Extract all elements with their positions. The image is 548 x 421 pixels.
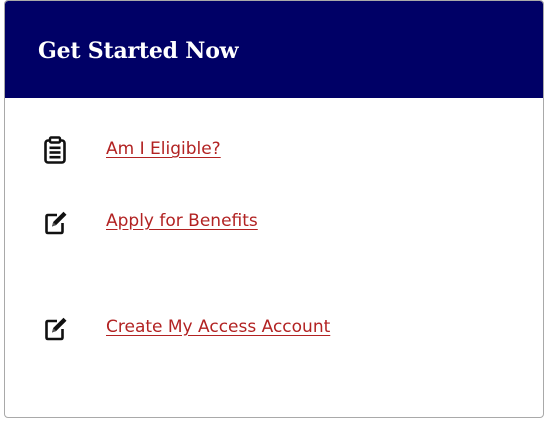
link-row-am-i-eligible: Am I Eligible? [5,136,305,168]
create-my-access-account-link[interactable]: Create My Access Account [106,316,330,338]
panel-header: Get Started Now [5,1,543,98]
panel-title: Get Started Now [38,38,239,64]
edit-icon [45,211,67,235]
clipboard-icon [44,136,66,164]
apply-for-benefits-link[interactable]: Apply for Benefits [106,210,258,232]
link-row-create-my-access-account: Create My Access Account [5,314,425,346]
link-row-apply-for-benefits: Apply for Benefits [5,208,345,240]
edit-icon [45,317,67,341]
get-started-panel: Get Started Now Am I Eligible? Apply for… [4,0,544,418]
am-i-eligible-link[interactable]: Am I Eligible? [106,138,221,160]
